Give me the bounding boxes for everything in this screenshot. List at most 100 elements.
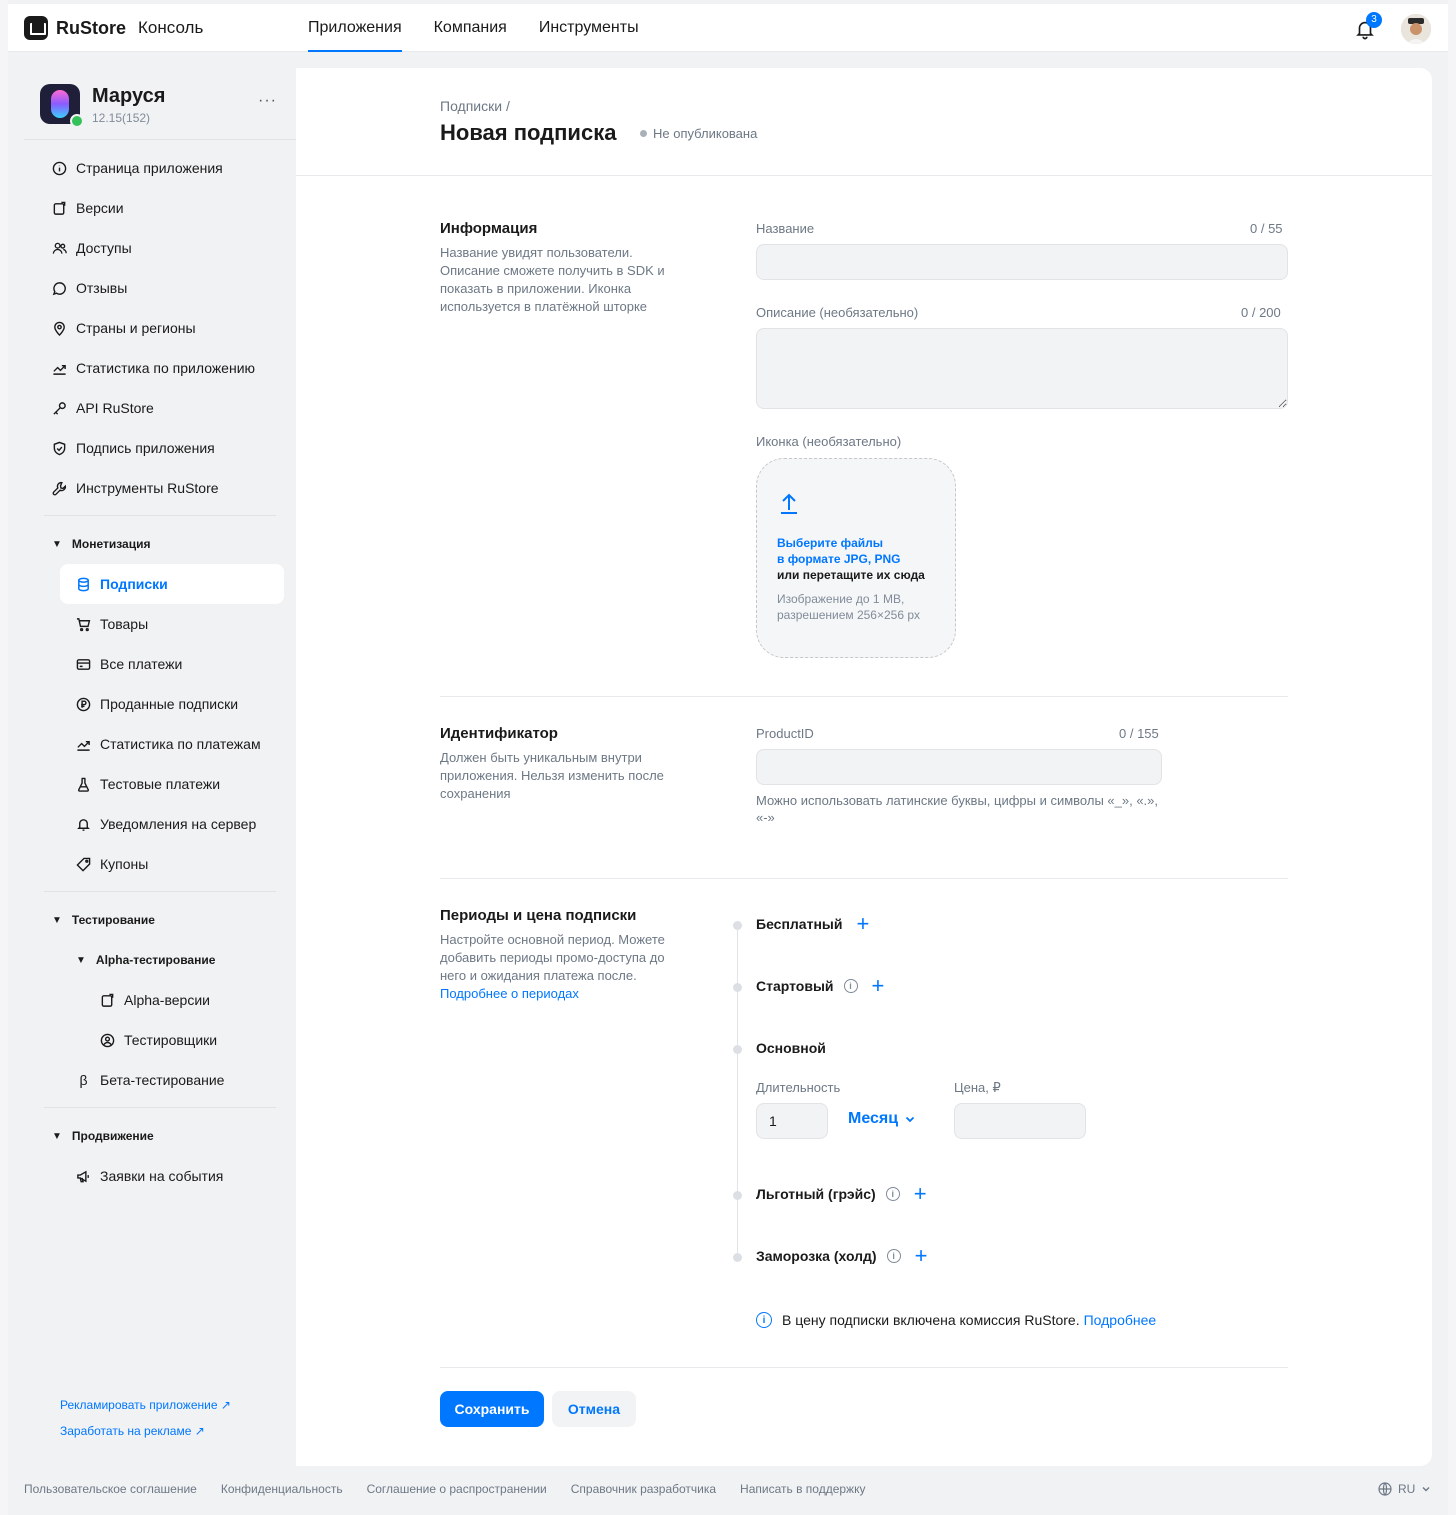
add-free-period-plus-icon[interactable]: + [856, 913, 869, 935]
footer-link-privacy[interactable]: Конфиденциальность [221, 1482, 343, 1496]
sidebar-item-sold-subscriptions[interactable]: Проданные подписки [76, 684, 238, 724]
coupon-icon [76, 857, 91, 872]
tab-apps[interactable]: Приложения [308, 4, 402, 52]
footer-link-distribution-agreement[interactable]: Соглашение о распространении [367, 1482, 547, 1496]
sidebar-item-event-requests[interactable]: Заявки на события [76, 1156, 223, 1196]
sidebar-group-promotion[interactable]: ▼ Продвижение [52, 1116, 154, 1156]
rustore-logo[interactable]: RuStore Консоль [24, 16, 203, 40]
sidebar-item-test-payments[interactable]: Тестовые платежи [76, 764, 220, 804]
sidebar-group-testing[interactable]: ▼ Тестирование [52, 900, 155, 940]
status-badge: Не опубликована [640, 126, 757, 141]
sidebar-item-signature[interactable]: Подпись приложения [52, 428, 215, 468]
language-switcher[interactable]: RU [1378, 1482, 1431, 1496]
users-icon [52, 242, 67, 254]
product-id-label: ProductID [756, 726, 814, 741]
sidebar-item-beta[interactable]: β Бета-тестирование [76, 1060, 224, 1100]
upload-drag-text: или перетащите их сюда [777, 568, 925, 582]
add-grace-period-plus-icon[interactable]: + [914, 1183, 927, 1205]
sidebar-item-versions[interactable]: Версии [52, 188, 124, 228]
breadcrumb[interactable]: Подписки / [440, 98, 510, 114]
sidebar-item-alpha-versions[interactable]: Alpha-версии [100, 980, 210, 1020]
triangle-down-icon: ▼ [52, 538, 62, 550]
sidebar-item-access[interactable]: Доступы [52, 228, 132, 268]
upload-line-2: в формате JPG, PNG [777, 552, 901, 566]
sidebar-item-label: Статистика по платежам [100, 736, 261, 752]
periods-more-link[interactable]: Подробнее о периодах [440, 986, 579, 1001]
period-label: Льготный (грэйс) [756, 1186, 876, 1202]
person-icon [100, 1033, 115, 1047]
icon-upload-dropzone[interactable]: Выберите файлы в формате JPG, PNG или пе… [756, 458, 956, 658]
cancel-button[interactable]: Отмена [552, 1391, 636, 1427]
periods-section-title: Периоды и цена подписки [440, 907, 637, 924]
versions-icon [101, 993, 114, 1007]
info-icon[interactable]: i [886, 1249, 901, 1263]
logo-sub: Консоль [138, 18, 204, 37]
timeline-dot [733, 921, 742, 930]
sidebar-item-all-payments[interactable]: Все платежи [76, 644, 182, 684]
sidebar-item-testers[interactable]: Тестировщики [100, 1020, 217, 1060]
earn-on-ads-link[interactable]: Заработать на рекламе ↗ [60, 1424, 205, 1438]
duration-unit-value: Месяц [848, 1110, 899, 1127]
sidebar-item-label: Версии [76, 200, 124, 216]
sidebar-item-reviews[interactable]: Отзывы [52, 268, 127, 308]
period-label: Основной [756, 1040, 826, 1056]
description-label: Описание (необязательно) [756, 305, 919, 320]
sidebar-item-label: Проданные подписки [100, 696, 239, 712]
duration-input[interactable] [756, 1103, 828, 1139]
key-icon [53, 401, 66, 415]
footer-link-developer-guide[interactable]: Справочник разработчика [571, 1482, 716, 1496]
comment-icon [52, 281, 66, 295]
sidebar-item-payment-stats[interactable]: Статистика по платежам [76, 724, 261, 764]
duration-unit-select[interactable]: Месяц [848, 1110, 916, 1128]
sidebar-item-app-page[interactable]: Страница приложения [52, 148, 223, 188]
period-label: Бесплатный [756, 916, 843, 932]
name-label: Название [756, 221, 815, 236]
info-icon[interactable]: i [843, 979, 858, 993]
more-icon[interactable]: ··· [258, 92, 277, 110]
sidebar-item-subscriptions[interactable]: Подписки [60, 564, 284, 604]
save-button[interactable]: Сохранить [440, 1391, 544, 1427]
name-counter: 0 / 55 [1250, 221, 1283, 236]
periods-description-text: Настройте основной период. Можете добави… [440, 932, 665, 983]
add-hold-period-plus-icon[interactable]: + [915, 1245, 928, 1267]
timeline-dot [733, 1253, 742, 1262]
sidebar-item-label: API RuStore [76, 400, 154, 416]
commission-more-link[interactable]: Подробнее [1084, 1312, 1157, 1328]
sidebar-group-alpha[interactable]: ▼ Alpha-тестирование [76, 940, 215, 980]
sidebar-item-label: Отзывы [76, 280, 128, 296]
sidebar-item-countries[interactable]: Страны и регионы [52, 308, 196, 348]
sidebar-group-monetization[interactable]: ▼ Монетизация [52, 524, 151, 564]
content-header: Подписки / Новая подписка Не опубликован… [296, 68, 1432, 176]
sidebar-item-label: Подпись приложения [76, 440, 215, 456]
name-input[interactable] [756, 244, 1288, 280]
logo-name: RuStore [56, 17, 127, 38]
sidebar-item-server-notifications[interactable]: Уведомления на сервер [76, 804, 256, 844]
tab-company[interactable]: Компания [434, 4, 507, 52]
product-id-counter: 0 / 155 [1119, 726, 1159, 741]
upload-select-link[interactable]: Выберите файлы в формате JPG, PNG [777, 535, 901, 567]
bell-sync-icon [77, 818, 90, 831]
chevron-down-icon [905, 1116, 915, 1123]
period-hold: Заморозка (холд) i + [756, 1245, 928, 1267]
avatar[interactable] [1401, 14, 1431, 44]
sidebar-item-coupons[interactable]: Купоны [76, 844, 148, 884]
product-id-input[interactable] [756, 749, 1162, 785]
price-input[interactable] [954, 1103, 1086, 1139]
footer-link-user-agreement[interactable]: Пользовательское соглашение [24, 1482, 197, 1496]
tab-tools[interactable]: Инструменты [539, 4, 639, 52]
advertise-app-link[interactable]: Рекламировать приложение ↗ [60, 1398, 231, 1412]
sidebar-item-tools[interactable]: Инструменты RuStore [52, 468, 219, 508]
sidebar-item-label: Страница приложения [76, 160, 223, 176]
commission-note-text: В цену подписки включена комиссия RuStor… [782, 1312, 1080, 1328]
shield-icon [53, 441, 66, 455]
triangle-down-icon: ▼ [52, 1130, 62, 1142]
flask-icon [78, 777, 89, 792]
sidebar-item-app-stats[interactable]: Статистика по приложению [52, 348, 255, 388]
info-icon[interactable]: i [885, 1187, 900, 1201]
description-textarea[interactable] [756, 328, 1288, 409]
add-starter-period-plus-icon[interactable]: + [872, 975, 885, 997]
sidebar-item-products[interactable]: Товары [76, 604, 148, 644]
id-section-title: Идентификатор [440, 725, 558, 742]
footer-link-support[interactable]: Написать в поддержку [740, 1482, 865, 1496]
sidebar-item-api[interactable]: API RuStore [52, 388, 154, 428]
